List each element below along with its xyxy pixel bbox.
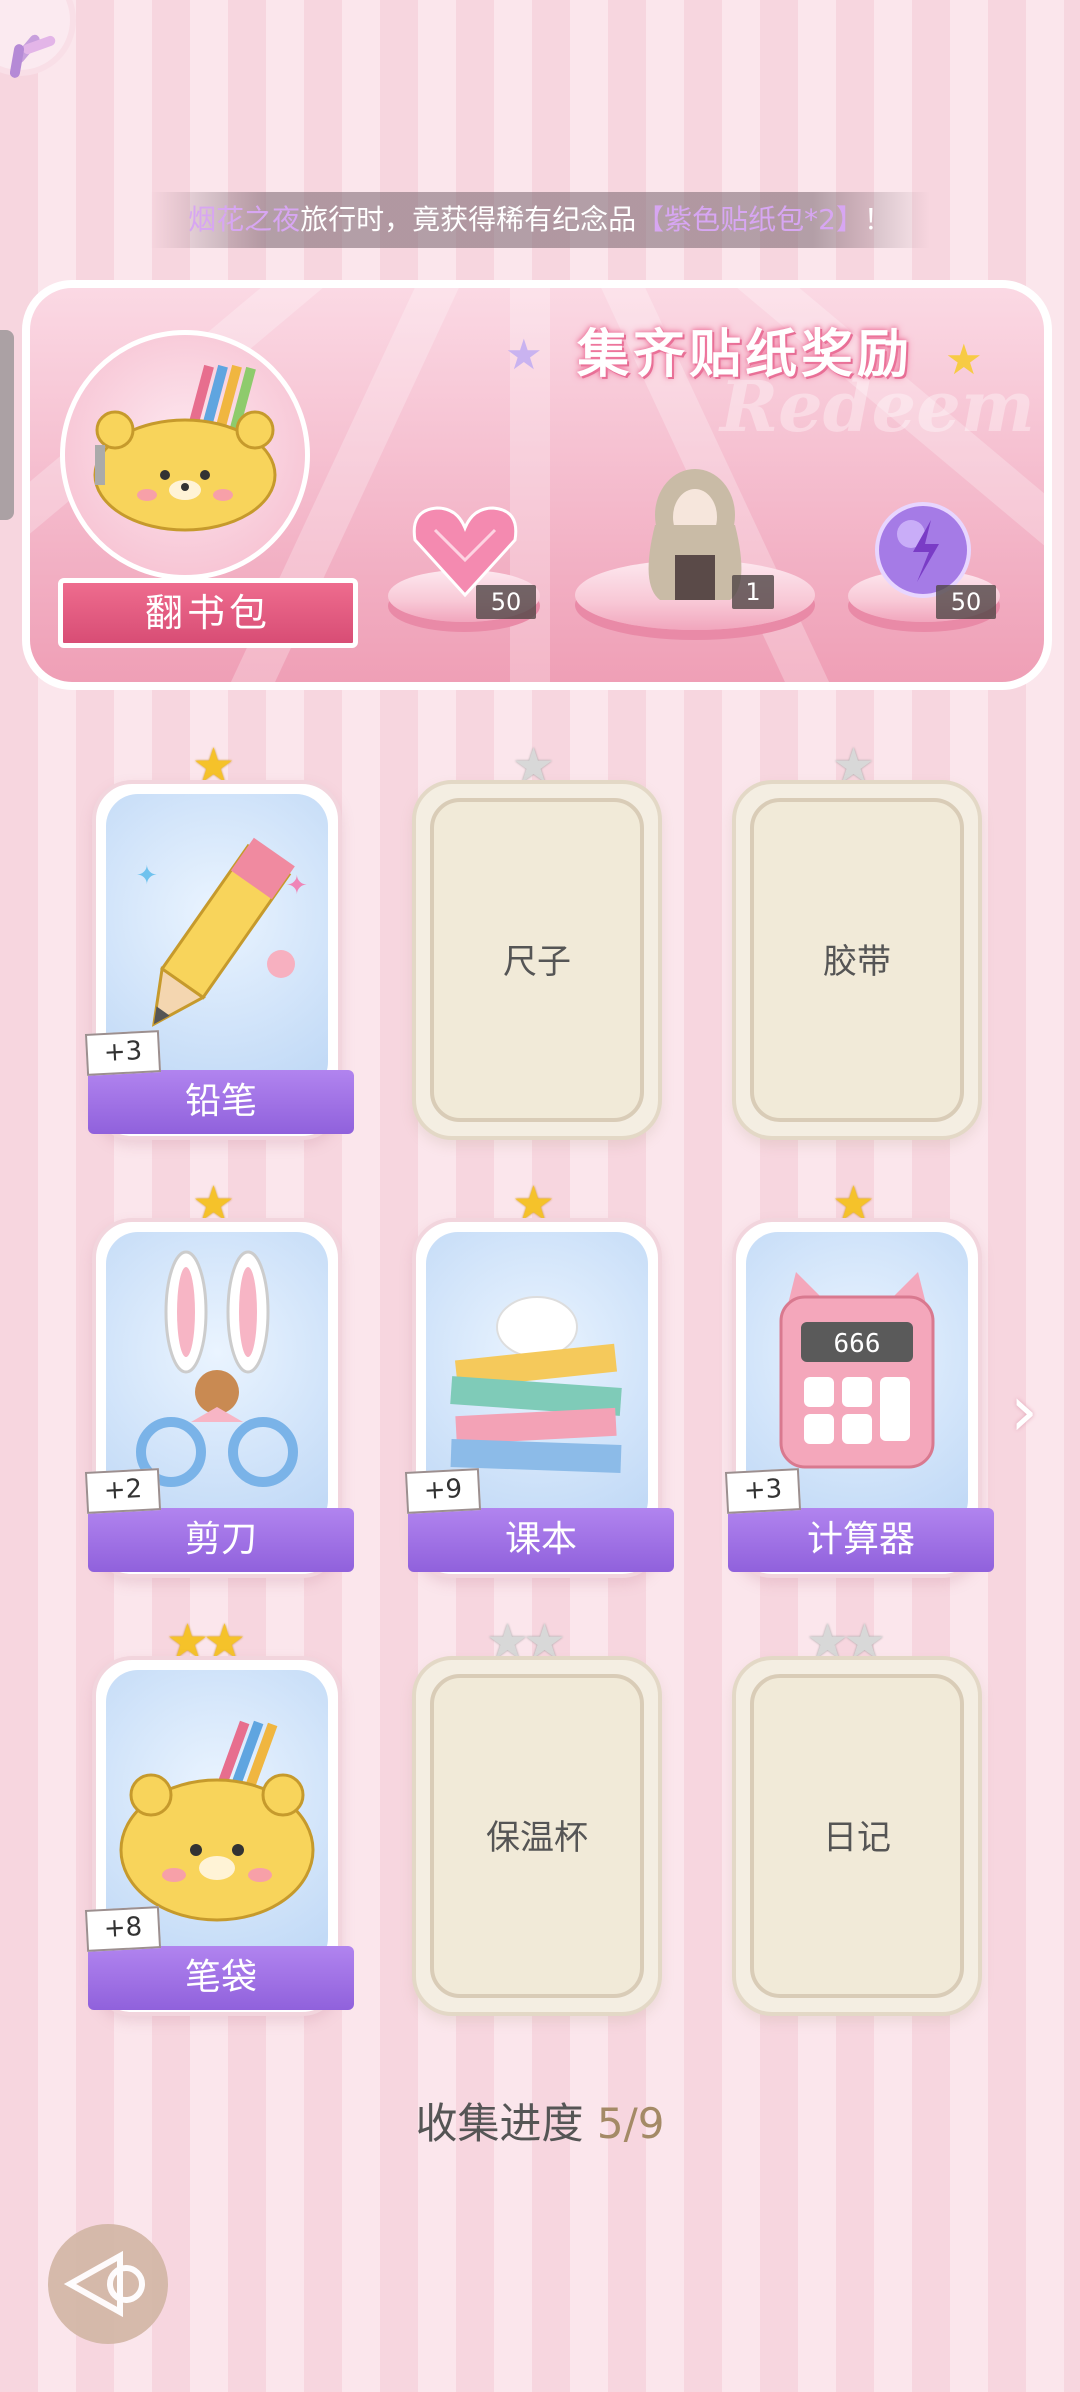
notice-place: 烟花之夜 [188,203,301,236]
reward-qty-badge: 50 [936,585,996,619]
card-label: 尺子 [503,942,571,982]
progress-label: 收集进度 [415,2099,584,2148]
reward-qty-badge: 50 [476,585,536,619]
sticker-card-pencil-case[interactable]: 笔袋 +8 [84,1656,354,2016]
back-button[interactable] [48,2224,168,2344]
card-label: 保温杯 [486,1818,588,1858]
card-label: 课本 [408,1508,674,1572]
notice-bar: 烟花之夜旅行时，竟获得稀有纪念品【紫色贴纸包*2】！ [150,192,930,248]
notice-text: 旅行时，竟获得稀有纪念品 [300,203,637,236]
notice-end: ！ [863,203,892,236]
chevron-right-icon[interactable]: › [1010,1370,1038,1452]
calculator-display: 666 [834,1329,881,1359]
card-label: 铅笔 [88,1070,354,1134]
card-label: 剪刀 [88,1508,354,1572]
sticker-card-locked[interactable]: 胶带 [732,780,982,1140]
sticker-card-calculator[interactable]: 666 计算器 +3 [724,1218,994,1578]
star-decoration-icon: ★ [945,335,983,384]
menu-corner-button[interactable] [0,0,70,79]
card-label: 胶带 [823,942,891,982]
notice-item: 【紫色贴纸包*2】 [636,203,864,236]
progress-value: 5/9 [596,2099,665,2148]
card-bonus-badge: +3 [84,1030,162,1076]
sticker-card-scissors[interactable]: 剪刀 +2 [84,1218,354,1578]
side-drawer-handle[interactable] [0,330,14,520]
open-bag-button[interactable]: 翻书包 [58,578,358,648]
sticker-card-pencil[interactable]: ✦ ✦ 铅笔 +3 [84,780,354,1140]
card-bonus-badge: +8 [84,1906,162,1952]
svg-text:✦: ✦ [136,861,158,891]
sticker-card-locked[interactable]: 保温杯 [412,1656,662,2016]
back-arrow-icon [63,2250,145,2318]
sticker-card-locked[interactable]: 尺子 [412,780,662,1140]
reward-qty-badge: 1 [732,575,774,609]
pencil-case-bag-icon[interactable] [60,330,310,580]
svg-text:✦: ✦ [286,871,308,901]
sticker-card-textbooks[interactable]: 课本 +9 [404,1218,674,1578]
card-bonus-badge: +9 [404,1468,482,1514]
sticker-card-locked[interactable]: 日记 [732,1656,982,2016]
card-label: 计算器 [728,1508,994,1572]
card-bonus-badge: +2 [84,1468,162,1514]
card-bonus-badge: +3 [724,1468,802,1514]
collection-progress: 收集进度 5/9 [0,2090,1080,2151]
banner-title: 集齐贴纸奖励 [576,325,913,385]
card-label: 日记 [823,1818,891,1858]
star-decoration-icon: ★ [505,330,543,379]
card-label: 笔袋 [88,1946,354,2010]
